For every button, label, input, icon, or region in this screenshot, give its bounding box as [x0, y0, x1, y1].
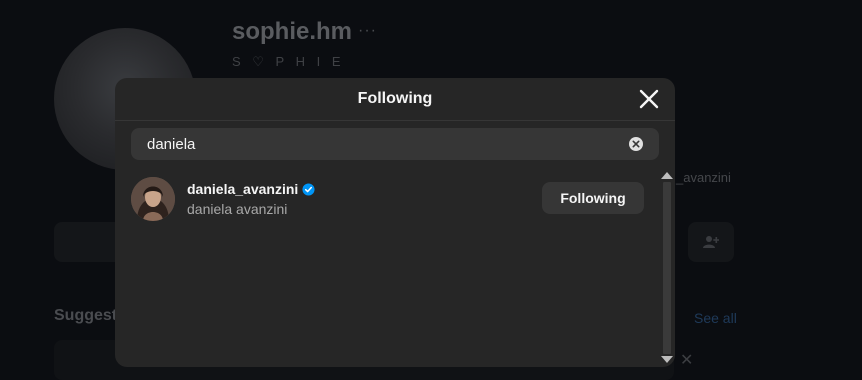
see-all-link: See all	[694, 310, 737, 326]
more-options-icon: ···	[358, 22, 377, 39]
verified-badge-icon	[302, 182, 315, 196]
search-input[interactable]	[131, 128, 617, 160]
add-user-button	[688, 222, 734, 262]
following-dialog: Following daniela daniela_avanzini danie…	[115, 78, 675, 367]
add-user-icon	[703, 236, 719, 248]
result-username-wrap[interactable]: daniela_avanzini	[187, 181, 315, 197]
bio-mention: _avanzini	[676, 170, 731, 185]
dismiss-suggestion-icon: ✕	[680, 352, 694, 369]
profile-fullname: S ♡ P H I E	[232, 54, 345, 69]
list-item[interactable]: daniela_avanzini daniela avanzini Follow…	[115, 172, 659, 224]
close-button[interactable]	[638, 88, 660, 110]
profile-username: sophie.hm	[232, 18, 353, 45]
scrollbar[interactable]	[659, 170, 675, 367]
result-username[interactable]: daniela_avanzini	[187, 181, 298, 197]
following-list: daniela_avanzini daniela avanzini Follow…	[115, 172, 659, 224]
result-fullname: daniela avanzini	[187, 201, 288, 217]
scroll-up-arrow-icon[interactable]	[661, 172, 673, 179]
user-photo-icon	[131, 177, 175, 221]
search-field	[131, 128, 659, 160]
scroll-down-arrow-icon[interactable]	[661, 356, 673, 363]
dialog-header: Following	[115, 78, 675, 121]
clear-search-button[interactable]	[629, 137, 643, 151]
dialog-title: Following	[357, 90, 433, 107]
avatar[interactable]	[131, 177, 175, 221]
clear-icon	[629, 137, 643, 151]
following-button[interactable]: Following	[542, 182, 644, 214]
close-icon	[639, 89, 659, 109]
scroll-thumb[interactable]	[663, 182, 671, 354]
